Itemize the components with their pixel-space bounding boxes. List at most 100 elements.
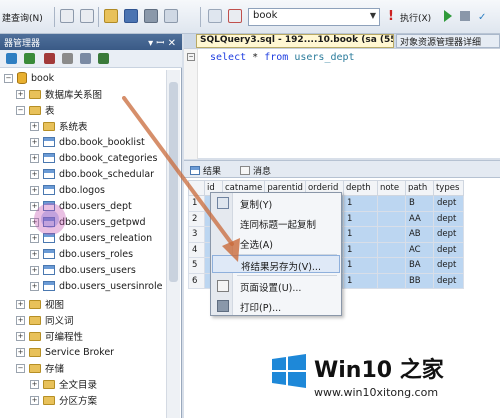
tree-node-table[interactable]: + dbo.users_usersinrole bbox=[30, 278, 162, 294]
expand-icon[interactable]: + bbox=[30, 249, 39, 259]
row-number[interactable]: 3 bbox=[188, 226, 205, 243]
tree-node-folder[interactable]: + Service Broker bbox=[16, 344, 114, 360]
tree-node-table[interactable]: + dbo.users_roles bbox=[30, 246, 133, 262]
collapse-icon[interactable]: − bbox=[4, 73, 13, 83]
table-cell[interactable]: 1 bbox=[342, 257, 378, 274]
table-cell[interactable]: 1 bbox=[342, 272, 378, 289]
expand-icon[interactable]: + bbox=[30, 281, 39, 291]
tree-node-folder[interactable]: − 存储 bbox=[16, 360, 64, 376]
expand-icon[interactable]: + bbox=[16, 315, 25, 325]
table-cell[interactable]: dept bbox=[432, 226, 464, 243]
tab-messages[interactable]: 消息 bbox=[240, 163, 271, 177]
menu-item-save-results-as[interactable]: 将结果另存为(V)... bbox=[212, 255, 340, 273]
expand-icon[interactable]: + bbox=[30, 153, 39, 163]
row-number[interactable]: 6 bbox=[188, 272, 205, 289]
table-cell[interactable]: 1 bbox=[342, 226, 378, 243]
menu-item-select-all[interactable]: 全选(A) bbox=[212, 234, 340, 252]
connect-arrow-icon[interactable] bbox=[24, 53, 35, 64]
menu-item-page-setup[interactable]: 页面设置(U)... bbox=[212, 277, 340, 295]
debug-icon[interactable] bbox=[444, 10, 452, 22]
tree-node-database[interactable]: − book bbox=[4, 70, 54, 86]
save-icon[interactable] bbox=[124, 9, 138, 23]
table-cell[interactable]: dept bbox=[432, 272, 464, 289]
tree-node-folder[interactable]: + 数据库关系图 bbox=[16, 86, 102, 102]
tree-node-table[interactable]: + dbo.users_users bbox=[30, 262, 136, 278]
menu-item-print[interactable]: 打印(P)... bbox=[212, 297, 340, 315]
new-item-icon[interactable] bbox=[80, 9, 94, 23]
expand-icon[interactable]: + bbox=[30, 169, 39, 179]
expand-icon[interactable]: + bbox=[30, 137, 39, 147]
row-number[interactable]: 5 bbox=[188, 257, 205, 274]
pin-icon[interactable]: ▾ ꟷ ✕ bbox=[148, 35, 176, 49]
table-cell[interactable]: dept bbox=[432, 210, 464, 227]
parse-check-icon[interactable]: ✓ bbox=[478, 12, 486, 23]
tab-results[interactable]: 结果 bbox=[190, 163, 221, 177]
tree-node-folder[interactable]: + 全文目录 bbox=[30, 376, 97, 392]
tree-node-folder[interactable]: + 可编程性 bbox=[16, 328, 83, 344]
tree-node-folder[interactable]: + 视图 bbox=[16, 296, 64, 312]
menu-item-copy-with-headers[interactable]: 连同标题一起复制 bbox=[212, 214, 340, 232]
expand-icon[interactable]: + bbox=[30, 185, 39, 195]
tree-node-folder[interactable]: + 分区方案 bbox=[30, 392, 97, 408]
connect-icon[interactable] bbox=[208, 9, 222, 23]
tree-node-table[interactable]: + dbo.book_categories bbox=[30, 150, 157, 166]
filter-icon[interactable] bbox=[80, 53, 91, 64]
disconnect-icon[interactable] bbox=[44, 53, 55, 64]
table-cell[interactable]: 1 bbox=[342, 210, 378, 227]
disconnect-icon[interactable] bbox=[228, 9, 242, 23]
open-folder-icon[interactable] bbox=[104, 9, 118, 23]
table-cell[interactable]: AC bbox=[404, 241, 434, 258]
table-cell[interactable] bbox=[376, 226, 406, 243]
table-cell[interactable]: AB bbox=[404, 226, 434, 243]
scrollbar-thumb[interactable] bbox=[169, 82, 178, 282]
column-header[interactable]: depth bbox=[342, 180, 378, 196]
tab-object-explorer-details[interactable]: 对象资源管理器详细 bbox=[396, 34, 500, 48]
expand-icon[interactable]: + bbox=[30, 379, 39, 389]
sql-editor[interactable]: − select * from users_dept bbox=[184, 48, 500, 159]
tree-node-table[interactable]: + dbo.logos bbox=[30, 182, 105, 198]
table-cell[interactable] bbox=[376, 272, 406, 289]
expand-icon[interactable]: + bbox=[16, 347, 25, 357]
column-header[interactable]: path bbox=[404, 180, 434, 196]
table-cell[interactable]: AA bbox=[404, 210, 434, 227]
table-cell[interactable] bbox=[376, 210, 406, 227]
tree-node-folder[interactable]: + 系统表 bbox=[30, 118, 88, 134]
tree-node-table[interactable]: + dbo.book_schedular bbox=[30, 166, 154, 182]
stop-icon[interactable] bbox=[62, 53, 73, 64]
tree-node-table[interactable]: + dbo.book_booklist bbox=[30, 134, 145, 150]
collapse-icon[interactable]: − bbox=[16, 363, 25, 373]
column-header[interactable]: note bbox=[376, 180, 406, 196]
table-cell[interactable] bbox=[376, 241, 406, 258]
table-cell[interactable]: dept bbox=[432, 257, 464, 274]
expand-icon[interactable]: + bbox=[30, 395, 39, 405]
expand-icon[interactable]: + bbox=[16, 331, 25, 341]
stop-icon[interactable] bbox=[460, 11, 470, 21]
row-number[interactable]: 1 bbox=[188, 195, 205, 212]
refresh-icon[interactable] bbox=[98, 53, 109, 64]
tab-sql-query[interactable]: SQLQuery3.sql - 192....10.book (sa (55))… bbox=[196, 34, 394, 48]
new-query-button[interactable]: 建查询(N) bbox=[2, 8, 43, 26]
database-select[interactable]: book ▼ bbox=[248, 8, 380, 26]
tree-node-folder[interactable]: + 同义词 bbox=[16, 312, 74, 328]
table-cell[interactable]: BB bbox=[404, 272, 434, 289]
expand-icon[interactable]: + bbox=[30, 121, 39, 131]
expand-icon[interactable]: + bbox=[16, 89, 25, 99]
table-cell[interactable]: 1 bbox=[342, 195, 378, 212]
new-file-icon[interactable] bbox=[60, 9, 74, 23]
corner-cell[interactable] bbox=[188, 180, 205, 196]
expand-icon[interactable]: + bbox=[30, 265, 39, 275]
table-cell[interactable]: dept bbox=[432, 195, 464, 212]
print-icon[interactable] bbox=[144, 9, 158, 23]
activity-monitor-icon[interactable] bbox=[164, 9, 178, 23]
menu-item-copy[interactable]: 复制(Y) bbox=[212, 194, 340, 212]
sql-text[interactable]: select * from users_dept bbox=[210, 52, 355, 63]
tree-scrollbar[interactable] bbox=[166, 70, 180, 418]
table-cell[interactable]: BA bbox=[404, 257, 434, 274]
table-cell[interactable]: 1 bbox=[342, 241, 378, 258]
table-cell[interactable] bbox=[376, 257, 406, 274]
column-header[interactable]: types bbox=[432, 180, 464, 196]
table-cell[interactable] bbox=[376, 195, 406, 212]
connect-icon[interactable] bbox=[6, 53, 17, 64]
outline-collapse-icon[interactable]: − bbox=[187, 53, 195, 61]
row-number[interactable]: 4 bbox=[188, 241, 205, 258]
